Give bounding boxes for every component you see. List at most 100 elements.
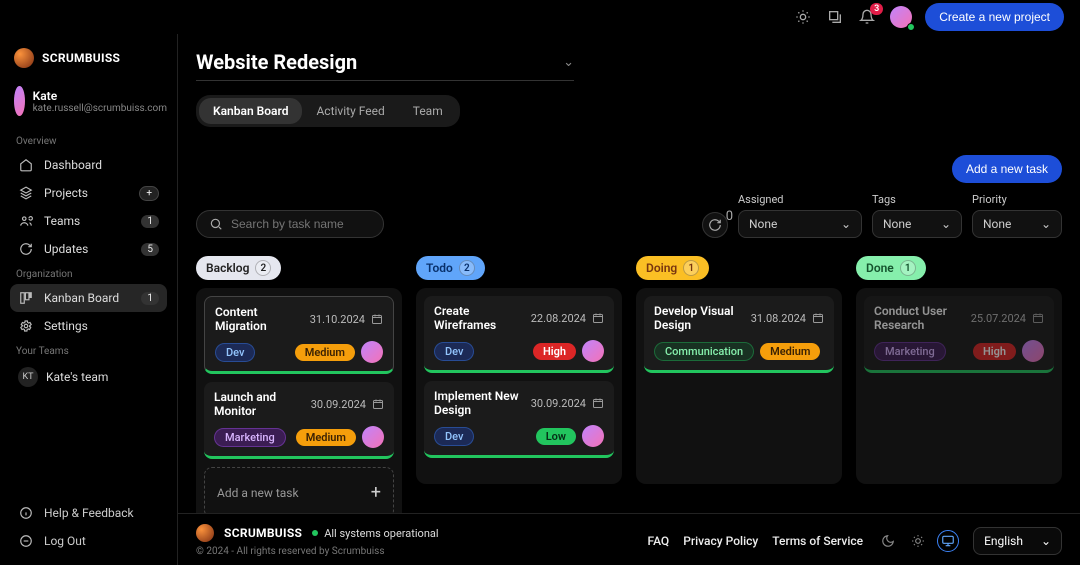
nav-dashboard[interactable]: Dashboard xyxy=(10,151,167,179)
moon-icon[interactable] xyxy=(877,530,899,552)
system-status[interactable]: All systems operational xyxy=(312,527,438,540)
column-todo: Todo 2 Create Wireframes 22.08.2024 Dev xyxy=(416,256,622,513)
task-title: Conduct User Research xyxy=(874,304,965,332)
task-priority: Medium xyxy=(295,344,355,361)
filter-priority-select[interactable]: None ⌄ xyxy=(972,210,1062,238)
column-count: 2 xyxy=(255,260,271,276)
footer: SCRUMBUISS All systems operational © 202… xyxy=(178,513,1080,565)
language-select[interactable]: English ⌄ xyxy=(973,527,1062,555)
monitor-icon[interactable] xyxy=(937,530,959,552)
task-title: Content Migration xyxy=(215,305,304,333)
add-task-button[interactable]: Add a new task xyxy=(952,155,1062,183)
assignee-avatar xyxy=(582,425,604,447)
task-date: 30.09.2024 xyxy=(531,397,586,410)
column-title: Todo xyxy=(426,261,453,275)
calendar-icon xyxy=(371,313,383,325)
section-organization: Organization xyxy=(16,269,167,280)
search-input-wrapper[interactable] xyxy=(196,210,384,238)
task-date: 30.09.2024 xyxy=(311,398,366,411)
layers-icon xyxy=(18,185,34,201)
tab-kanban[interactable]: Kanban Board xyxy=(199,98,302,124)
nav-label: Log Out xyxy=(44,534,86,548)
create-project-button[interactable]: Create a new project xyxy=(925,3,1064,31)
brand[interactable]: SCRUMBUISS xyxy=(10,48,167,68)
column-done: Done 1 Conduct User Research 25.07.2024 … xyxy=(856,256,1062,513)
nav-kanban[interactable]: Kanban Board 1 xyxy=(10,284,167,312)
task-card[interactable]: Content Migration 31.10.2024 Dev Medium xyxy=(204,296,394,374)
calendar-icon xyxy=(812,312,824,324)
task-tag: Dev xyxy=(215,343,255,362)
column-header[interactable]: Backlog 2 xyxy=(196,256,281,280)
task-card[interactable]: Launch and Monitor 30.09.2024 Marketing … xyxy=(204,382,394,459)
kanban-count: 1 xyxy=(141,292,159,305)
nav-label: Dashboard xyxy=(44,158,102,172)
view-tabs: Kanban Board Activity Feed Team xyxy=(196,95,460,127)
column-title: Doing xyxy=(646,261,677,275)
footer-brand: SCRUMBUISS xyxy=(224,526,302,540)
column-backlog: Backlog 2 Content Migration 31.10.2024 D… xyxy=(196,256,402,513)
copyright: © 2024 - All rights reserved by Scrumbui… xyxy=(196,546,439,557)
refresh-badge: 0 xyxy=(726,209,733,224)
column-doing: Doing 1 Develop Visual Design 31.08.2024… xyxy=(636,256,842,513)
share-icon[interactable] xyxy=(825,7,845,27)
assignee-avatar xyxy=(362,426,384,448)
tab-activity[interactable]: Activity Feed xyxy=(302,98,398,124)
team-initials: KT xyxy=(18,367,38,387)
filter-assigned-label: Assigned xyxy=(738,193,862,206)
task-priority: High xyxy=(533,343,576,360)
nav-settings[interactable]: Settings xyxy=(10,312,167,340)
home-icon xyxy=(18,157,34,173)
tab-team[interactable]: Team xyxy=(399,98,457,124)
logo-icon xyxy=(14,48,34,68)
task-tag: Marketing xyxy=(874,342,946,361)
column-header[interactable]: Todo 2 xyxy=(416,256,485,280)
calendar-icon xyxy=(1032,312,1044,324)
nav-label: Settings xyxy=(44,319,88,333)
project-selector[interactable]: Website Redesign ⌄ xyxy=(196,50,574,81)
team-item[interactable]: KT Kate's team xyxy=(10,361,167,393)
column-count: 2 xyxy=(459,260,475,276)
nav-updates[interactable]: Updates 5 xyxy=(10,235,167,263)
task-tag: Communication xyxy=(654,342,754,361)
search-icon xyxy=(209,217,223,231)
refresh-icon xyxy=(18,241,34,257)
column-title: Backlog xyxy=(206,261,249,275)
column-header[interactable]: Done 1 xyxy=(856,256,926,280)
task-priority: Low xyxy=(536,428,576,445)
task-card[interactable]: Implement New Design 30.09.2024 Dev Low xyxy=(424,381,614,458)
filter-assigned-select[interactable]: None ⌄ xyxy=(738,210,862,238)
current-user[interactable]: Kate kate.russell@scrumbuiss.com xyxy=(10,86,167,116)
link-terms[interactable]: Terms of Service xyxy=(772,534,863,548)
task-card[interactable]: Conduct User Research 25.07.2024 Marketi… xyxy=(864,296,1054,373)
nav-teams[interactable]: Teams 1 xyxy=(10,207,167,235)
nav-help[interactable]: Help & Feedback xyxy=(10,499,167,527)
calendar-icon xyxy=(592,397,604,409)
user-name: Kate xyxy=(33,89,167,103)
user-avatar[interactable] xyxy=(889,5,913,29)
task-card[interactable]: Create Wireframes 22.08.2024 Dev High xyxy=(424,296,614,373)
column-count: 1 xyxy=(900,260,916,276)
section-your-teams: Your Teams xyxy=(16,346,167,357)
link-faq[interactable]: FAQ xyxy=(648,534,670,548)
bell-icon[interactable]: 3 xyxy=(857,7,877,27)
nav-logout[interactable]: Log Out xyxy=(10,527,167,555)
task-title: Implement New Design xyxy=(434,389,525,417)
logout-icon xyxy=(18,533,34,549)
bug-icon[interactable] xyxy=(793,7,813,27)
chevron-down-icon: ⌄ xyxy=(841,217,851,231)
sun-icon[interactable] xyxy=(907,530,929,552)
nav-label: Projects xyxy=(44,186,88,200)
add-task-inline[interactable]: Add a new task + xyxy=(204,467,394,513)
add-project-icon[interactable]: + xyxy=(139,186,159,201)
nav-projects[interactable]: Projects + xyxy=(10,179,167,207)
task-title: Launch and Monitor xyxy=(214,390,305,418)
link-privacy[interactable]: Privacy Policy xyxy=(683,534,758,548)
section-overview: Overview xyxy=(16,136,167,147)
user-email: kate.russell@scrumbuiss.com xyxy=(33,103,167,114)
filter-tags-select[interactable]: None ⌄ xyxy=(872,210,962,238)
refresh-button[interactable]: 0 xyxy=(702,212,728,238)
task-priority: High xyxy=(973,343,1016,360)
task-card[interactable]: Develop Visual Design 31.08.2024 Communi… xyxy=(644,296,834,373)
column-header[interactable]: Doing 1 xyxy=(636,256,709,280)
search-input[interactable] xyxy=(231,217,386,231)
